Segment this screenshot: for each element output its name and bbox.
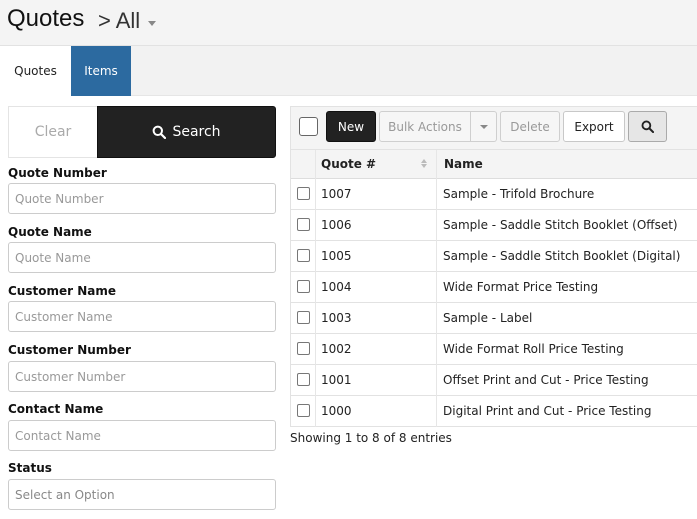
- bulk-actions-button[interactable]: Bulk Actions: [379, 111, 471, 142]
- column-divider: [315, 150, 316, 179]
- caret-down-icon: [148, 20, 157, 26]
- quotes-table: Quote # Name 1007 Sample - Trifold Broch…: [290, 150, 697, 427]
- row-quote-number: 1002: [321, 342, 352, 356]
- caret-down-icon: [479, 124, 488, 129]
- row-quote-name[interactable]: Sample - Label: [443, 311, 532, 325]
- status-select-value: Select an Option: [15, 487, 115, 502]
- row-quote-name[interactable]: Sample - Saddle Stitch Booklet (Digital): [443, 249, 680, 263]
- row-quote-name[interactable]: Sample - Trifold Brochure: [443, 187, 594, 201]
- row-quote-number: 1005: [321, 249, 352, 263]
- table-row[interactable]: 1001 Offset Print and Cut - Price Testin…: [291, 365, 697, 396]
- tab-quotes[interactable]: Quotes: [0, 46, 71, 96]
- table-row[interactable]: 1003 Sample - Label: [291, 303, 697, 334]
- table-search-button[interactable]: [628, 111, 667, 142]
- search-icon: [153, 125, 167, 139]
- customer-name-label: Customer Name: [8, 284, 116, 298]
- status-select[interactable]: Select an Option: [8, 479, 276, 510]
- row-quote-number: 1001: [321, 373, 352, 387]
- customer-number-input[interactable]: [8, 361, 276, 392]
- row-quote-name[interactable]: Sample - Saddle Stitch Booklet (Offset): [443, 218, 678, 232]
- row-quote-number: 1000: [321, 404, 352, 418]
- new-button[interactable]: New: [326, 111, 376, 142]
- table-row[interactable]: 1004 Wide Format Price Testing: [291, 272, 697, 303]
- tab-bar: Quotes Items: [0, 46, 697, 96]
- row-quote-number: 1006: [321, 218, 352, 232]
- row-checkbox[interactable]: [297, 218, 310, 231]
- column-divider: [436, 150, 437, 179]
- quote-name-input[interactable]: [8, 242, 276, 273]
- page-title: Quotes: [7, 5, 85, 32]
- bulk-actions-dropdown[interactable]: [471, 111, 497, 142]
- customer-number-label: Customer Number: [8, 343, 131, 357]
- status-label: Status: [8, 461, 52, 475]
- table-row[interactable]: 1002 Wide Format Roll Price Testing: [291, 334, 697, 365]
- row-quote-name[interactable]: Offset Print and Cut - Price Testing: [443, 373, 649, 387]
- table-row[interactable]: 1005 Sample - Saddle Stitch Booklet (Dig…: [291, 241, 697, 272]
- row-quote-number: 1004: [321, 280, 352, 294]
- select-all-checkbox[interactable]: [299, 117, 318, 136]
- row-checkbox[interactable]: [297, 187, 310, 200]
- quote-number-label: Quote Number: [8, 166, 107, 180]
- quote-name-label: Quote Name: [8, 225, 92, 239]
- row-quote-name[interactable]: Wide Format Price Testing: [443, 280, 598, 294]
- search-button-label: Search: [172, 124, 221, 140]
- table-row[interactable]: 1007 Sample - Trifold Brochure: [291, 179, 697, 210]
- search-icon: [641, 120, 654, 133]
- row-checkbox[interactable]: [297, 404, 310, 417]
- table-info: Showing 1 to 8 of 8 entries: [290, 431, 452, 445]
- table-header: Quote # Name: [291, 150, 697, 179]
- row-checkbox[interactable]: [297, 373, 310, 386]
- column-header-quote-number[interactable]: Quote #: [321, 157, 376, 171]
- view-selector-label: > All: [98, 8, 141, 33]
- contact-name-input[interactable]: [8, 420, 276, 451]
- contact-name-label: Contact Name: [8, 402, 104, 416]
- row-checkbox[interactable]: [297, 280, 310, 293]
- row-checkbox[interactable]: [297, 342, 310, 355]
- table-row[interactable]: 1000 Digital Print and Cut - Price Testi…: [291, 396, 697, 427]
- quote-number-input[interactable]: [8, 183, 276, 214]
- clear-button[interactable]: Clear: [8, 106, 97, 158]
- row-quote-name[interactable]: Wide Format Roll Price Testing: [443, 342, 624, 356]
- tab-items[interactable]: Items: [71, 46, 131, 96]
- customer-name-input[interactable]: [8, 301, 276, 332]
- page-header: Quotes > All: [0, 0, 697, 46]
- search-button[interactable]: Search: [97, 106, 276, 158]
- row-quote-name[interactable]: Digital Print and Cut - Price Testing: [443, 404, 651, 418]
- column-header-name[interactable]: Name: [443, 157, 483, 171]
- row-checkbox[interactable]: [297, 311, 310, 324]
- row-checkbox[interactable]: [297, 249, 310, 262]
- row-quote-number: 1003: [321, 311, 352, 325]
- delete-button[interactable]: Delete: [500, 111, 560, 142]
- sort-icon[interactable]: [421, 159, 427, 168]
- export-button[interactable]: Export: [563, 111, 625, 142]
- view-selector[interactable]: > All: [98, 8, 157, 34]
- table-row[interactable]: 1006 Sample - Saddle Stitch Booklet (Off…: [291, 210, 697, 241]
- row-quote-number: 1007: [321, 187, 352, 201]
